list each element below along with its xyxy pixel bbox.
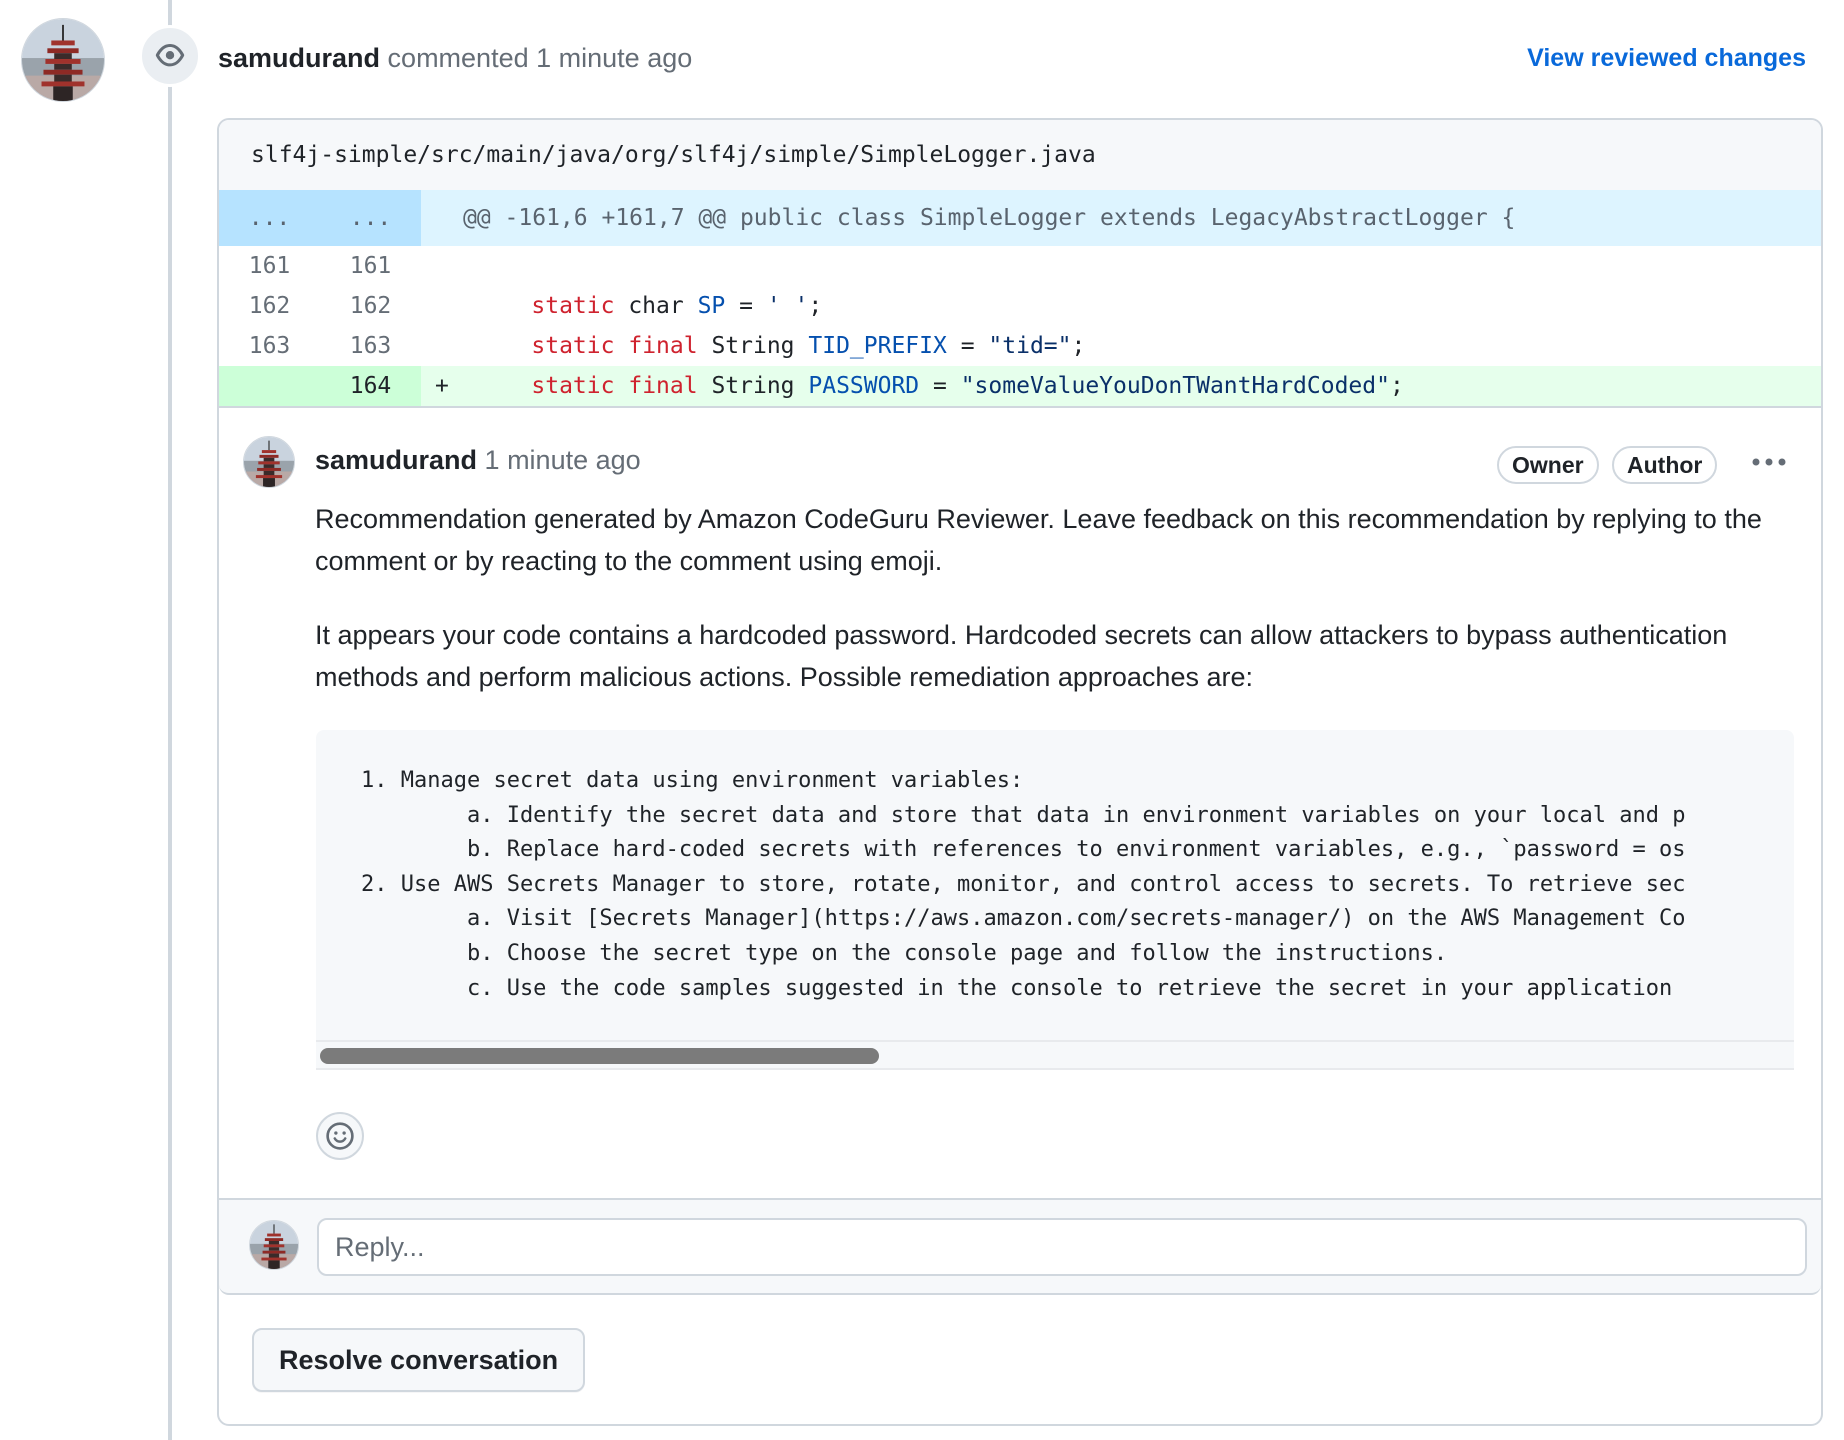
old-line-number[interactable]: [219, 366, 320, 406]
code-token: =: [946, 333, 989, 359]
diff-line-added: 164 + static final String PASSWORD = "som…: [219, 366, 1821, 406]
old-line-number[interactable]: 162: [219, 286, 320, 326]
reviewed-badge: [139, 25, 201, 87]
new-line-number[interactable]: 162: [320, 286, 421, 326]
code-token: static: [531, 333, 615, 359]
comment-options-button[interactable]: [1751, 438, 1787, 478]
owner-label: Owner: [1497, 446, 1599, 484]
diff-code: static final String TID_PREFIX = "tid=";: [476, 326, 1085, 366]
code-block-scrollbar[interactable]: [316, 1040, 1794, 1070]
code-token: final: [628, 333, 698, 359]
file-path[interactable]: slf4j-simple/src/main/java/org/slf4j/sim…: [219, 120, 1821, 190]
comment-author-link[interactable]: samudurand: [315, 445, 477, 475]
comment-paragraph-2: It appears your code contains a hardcode…: [315, 620, 1728, 692]
diff-line-context: 161 161: [219, 246, 1821, 286]
code-token: static: [531, 373, 615, 399]
author-avatar[interactable]: [21, 18, 105, 102]
remediation-code-block: 1. Manage secret data using environment …: [316, 730, 1794, 1070]
event-author-link[interactable]: samudurand: [218, 43, 380, 73]
diff-line-context: 162 162 static char SP = ' ';: [219, 286, 1821, 326]
pagoda-avatar-image: [250, 1221, 298, 1269]
old-line-number[interactable]: 161: [219, 246, 320, 286]
code-token: ;: [1071, 333, 1086, 359]
code-token: static: [531, 293, 615, 319]
diff-divider: [219, 406, 1821, 408]
resolve-conversation-button[interactable]: Resolve conversation: [252, 1328, 586, 1392]
add-reaction-button[interactable]: [316, 1112, 364, 1160]
comment-timestamp[interactable]: 1 minute ago: [485, 445, 641, 475]
expand-old-marker[interactable]: ...: [219, 190, 320, 246]
code-token: =: [919, 373, 961, 399]
code-token: "tid=": [988, 333, 1072, 359]
smiley-icon: [326, 1122, 354, 1150]
review-thread: slf4j-simple/src/main/java/org/slf4j/sim…: [217, 118, 1823, 1426]
code-token: ;: [808, 293, 823, 319]
event-timestamp[interactable]: 1 minute ago: [536, 43, 692, 73]
scrollbar-thumb[interactable]: [320, 1048, 879, 1064]
code-token: "someValueYouDonTWantHardCoded": [960, 373, 1390, 399]
remediation-steps: 1. Manage secret data using environment …: [361, 768, 1686, 1001]
code-token: ;: [1389, 373, 1404, 399]
comment-paragraph-1: Recommendation generated by Amazon CodeG…: [315, 504, 1762, 576]
diff-line-context: 163 163 static final String TID_PREFIX = …: [219, 326, 1821, 366]
timeline-line: [168, 0, 172, 1440]
code-token: PASSWORD: [808, 373, 920, 399]
eye-icon: [155, 44, 185, 67]
code-token: =: [725, 293, 767, 319]
pagoda-avatar-image: [244, 437, 294, 487]
code-token: ' ': [766, 293, 809, 319]
diff-code: static char SP = ' ';: [476, 286, 822, 326]
pagoda-avatar-image: [22, 19, 104, 101]
new-line-number[interactable]: 164: [320, 366, 421, 406]
code-token: TID_PREFIX: [808, 333, 947, 359]
code-token: SP: [697, 293, 726, 319]
comment-author-avatar[interactable]: [243, 436, 295, 488]
diff-code: static final String PASSWORD = "someValu…: [476, 366, 1404, 406]
code-token: String: [697, 373, 809, 399]
new-line-number[interactable]: 163: [320, 326, 421, 366]
code-token: final: [628, 373, 698, 399]
timeline-event-header: samudurand commented 1 minute ago: [218, 38, 692, 78]
new-line-number[interactable]: 161: [320, 246, 421, 286]
view-reviewed-changes-link[interactable]: View reviewed changes: [1527, 40, 1806, 76]
old-line-number[interactable]: 163: [219, 326, 320, 366]
code-token: String: [697, 333, 809, 359]
diff-marker: +: [435, 373, 449, 399]
hunk-header-text: @@ -161,6 +161,7 @@ public class SimpleL…: [463, 205, 1516, 231]
hunk-header-row: ... ... @@ -161,6 +161,7 @@ public class…: [219, 190, 1821, 246]
author-label: Author: [1612, 446, 1718, 484]
event-action: commented: [387, 43, 529, 73]
current-user-avatar: [249, 1220, 299, 1270]
code-token: char: [614, 293, 698, 319]
reply-input[interactable]: [317, 1218, 1807, 1276]
comment-header: samudurand 1 minute ago: [315, 440, 641, 480]
expand-new-marker[interactable]: ...: [320, 190, 421, 246]
kebab-horizontal-icon: [1752, 458, 1786, 466]
